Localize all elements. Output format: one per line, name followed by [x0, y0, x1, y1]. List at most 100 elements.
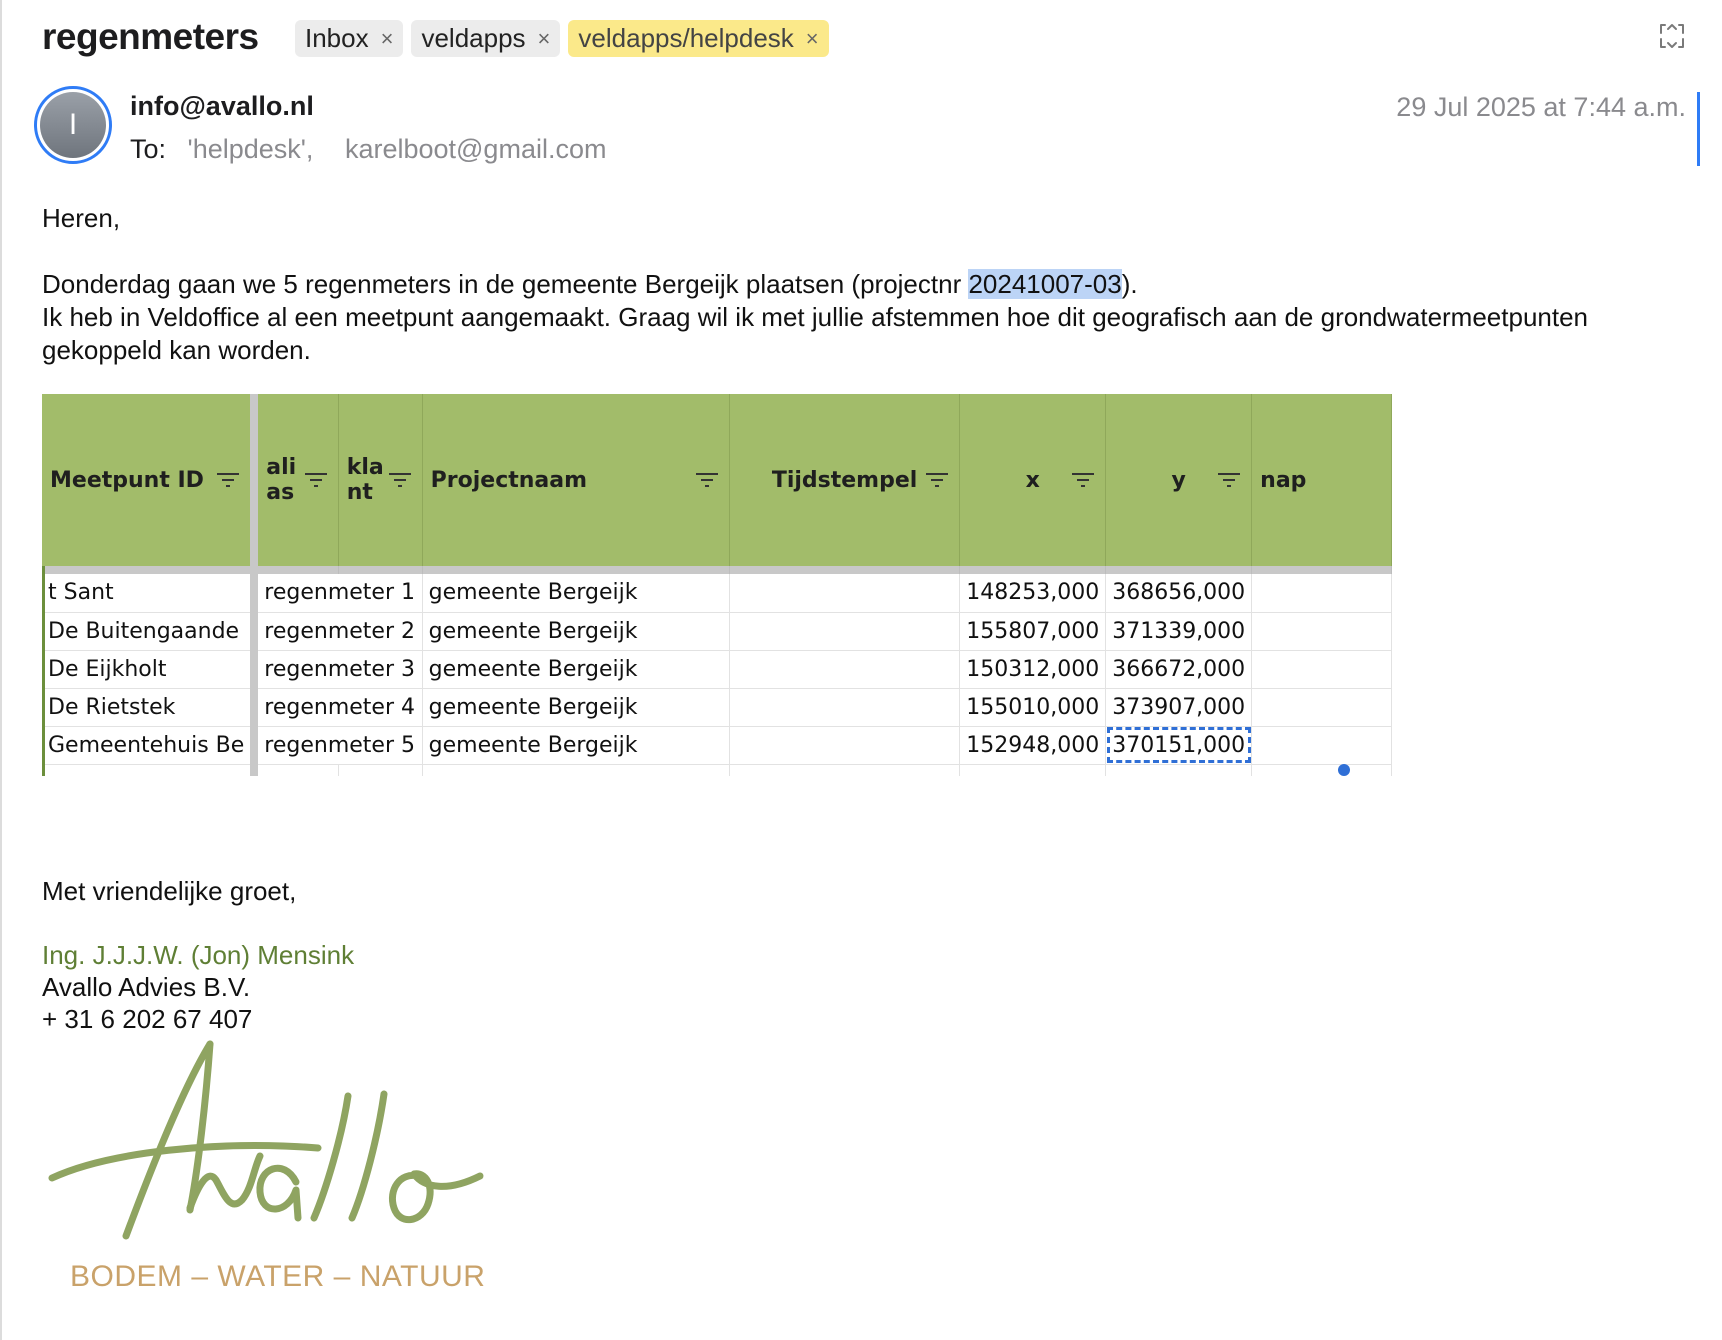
header-label: ali as — [266, 455, 297, 505]
table-cell[interactable]: 366672,000 — [1105, 650, 1253, 689]
avatar-initial: I — [40, 92, 106, 158]
table-cell[interactable]: De Rietstek — [42, 688, 259, 727]
table-cell[interactable]: t Sant — [42, 574, 259, 613]
filter-icon[interactable] — [925, 471, 949, 489]
table-cell[interactable]: 155010,000 — [959, 688, 1107, 727]
recipients-row: To: 'helpdesk', karelboot@gmail.com — [130, 134, 606, 165]
tag-label: veldapps/helpdesk — [578, 23, 794, 53]
filter-icon[interactable] — [1217, 471, 1241, 489]
message-date: 29 Jul 2025 at 7:44 a.m. — [1396, 92, 1686, 122]
table-cell[interactable]: De Buitengaande — [42, 612, 259, 651]
tag-veldapps[interactable]: veldapps × — [411, 20, 561, 57]
header-label: Meetpunt ID — [50, 467, 204, 493]
table-row: De Rietstek regenmeter 4 gemeente Bergeijk… — [42, 688, 1392, 727]
col-header[interactable]: y — [1105, 394, 1253, 566]
tag-label: Inbox — [305, 23, 369, 53]
tag-veldapps-helpdesk[interactable]: veldapps/helpdesk × — [568, 20, 829, 57]
table-cell[interactable] — [1251, 726, 1392, 765]
header-label: kla nt — [346, 455, 384, 505]
filter-icon[interactable] — [1071, 471, 1095, 489]
logo-tagline: BODEM – WATER – NATUUR — [70, 1260, 486, 1293]
table-cell[interactable]: regenmeter 4 — [254, 688, 423, 727]
col-header[interactable]: kla nt — [338, 394, 423, 566]
table-row: t Sant regenmeter 1 gemeente Bergeijk 14825… — [42, 574, 1392, 613]
table-cell[interactable] — [729, 612, 961, 651]
recipient[interactable]: 'helpdesk', — [188, 134, 314, 164]
col-header[interactable]: x — [959, 394, 1107, 566]
table-cell[interactable]: gemeente Bergeijk — [422, 650, 730, 689]
filter-icon[interactable] — [388, 471, 412, 489]
header-label: x — [1025, 467, 1040, 493]
selected-project-number[interactable]: 20241007-03 — [968, 269, 1122, 299]
signature-company: Avallo Advies B.V. — [42, 972, 251, 1002]
expand-icon[interactable] — [1656, 20, 1688, 52]
sender-address[interactable]: info@avallo.nl — [130, 91, 314, 122]
email-body: Heren, Donderdag gaan we 5 regenmeters i… — [42, 202, 1692, 367]
table-cell[interactable]: 371339,000 — [1105, 612, 1253, 651]
table-cell[interactable]: regenmeter 1 — [254, 574, 423, 613]
table-cell[interactable]: 373907,000 — [1105, 688, 1253, 727]
email-subject: regenmeters — [42, 16, 259, 57]
body-line-1: Donderdag gaan we 5 regenmeters in de ge… — [42, 268, 1692, 301]
tag-inbox[interactable]: Inbox × — [295, 20, 404, 57]
table-cell[interactable]: 148253,000 — [959, 574, 1107, 613]
table-cell[interactable] — [729, 688, 961, 727]
table-cell[interactable] — [729, 574, 961, 613]
text: ). — [1121, 269, 1138, 299]
col-header[interactable]: nap — [1251, 394, 1392, 566]
table-cell[interactable] — [1251, 688, 1392, 727]
table-cell[interactable]: gemeente Bergeijk — [422, 688, 730, 727]
table-cell[interactable]: regenmeter 5 — [254, 726, 423, 765]
table-cell[interactable]: 152948,000 — [959, 726, 1107, 765]
table-cell[interactable]: 370151,000 — [1105, 726, 1253, 765]
signature-name: Ing. J.J.J.W. (Jon) Mensink — [42, 940, 355, 970]
closing: Met vriendelijke groet, — [42, 876, 297, 906]
text: Donderdag gaan we 5 regenmeters in de ge… — [42, 269, 969, 299]
header-label: Tijdstempel — [771, 467, 918, 493]
table-cell[interactable]: regenmeter 3 — [254, 650, 423, 689]
scroll-indicator — [1697, 92, 1700, 166]
table-cell[interactable]: 150312,000 — [959, 650, 1107, 689]
col-header[interactable]: Tijdstempel — [729, 394, 961, 566]
close-icon[interactable]: × — [381, 26, 394, 52]
header-label: Projectnaam — [430, 467, 588, 493]
recipient[interactable]: karelboot@gmail.com — [345, 134, 607, 164]
table-cell[interactable]: gemeente Bergeijk — [422, 726, 730, 765]
sheet-header-row: Meetpunt ID ali as kla nt Projectnaam Ti… — [42, 394, 1392, 566]
table-cell[interactable]: gemeente Bergeijk — [422, 574, 730, 613]
header-separator — [42, 566, 1392, 574]
table-row: Gemeentehuis Be regenmeter 5 gemeente Berg… — [42, 726, 1392, 765]
table-cell[interactable] — [1251, 612, 1392, 651]
header-label: y — [1171, 467, 1186, 493]
table-cell[interactable] — [729, 726, 961, 765]
table-cell[interactable]: De Eijkholt — [42, 650, 259, 689]
col-header[interactable]: Projectnaam — [422, 394, 730, 566]
header-label: nap — [1260, 467, 1307, 493]
filter-icon[interactable] — [216, 471, 240, 489]
signature-phone[interactable]: + 31 6 202 67 407 — [42, 1004, 252, 1035]
table-cell[interactable] — [1251, 650, 1392, 689]
table-cell[interactable]: Gemeentehuis Be — [42, 726, 259, 765]
table-cell[interactable] — [1251, 574, 1392, 613]
col-header[interactable]: Meetpunt ID — [42, 394, 259, 566]
table-row: De Eijkholt regenmeter 3 gemeente Bergeijk… — [42, 650, 1392, 689]
filter-icon[interactable] — [695, 471, 719, 489]
table-cell[interactable]: 155807,000 — [959, 612, 1107, 651]
greeting: Heren, — [42, 203, 121, 233]
col-header[interactable]: ali as — [254, 394, 339, 566]
table-cell[interactable]: 368656,000 — [1105, 574, 1253, 613]
table-row: De Buitengaande regenmeter 2 gemeente Berg… — [42, 612, 1392, 651]
fill-handle[interactable] — [1338, 764, 1350, 776]
table-cell[interactable]: regenmeter 2 — [254, 612, 423, 651]
to-label: To: — [130, 134, 167, 164]
filter-icon[interactable] — [304, 471, 328, 489]
table-cell[interactable] — [729, 650, 961, 689]
body-line-2: Ik heb in Veldoffice al een meetpunt aan… — [42, 302, 1589, 365]
tag-label: veldapps — [421, 23, 526, 53]
table-cell[interactable]: gemeente Bergeijk — [422, 612, 730, 651]
close-icon[interactable]: × — [538, 26, 551, 52]
avallo-logo — [48, 1040, 484, 1240]
window-edge — [0, 0, 2, 1340]
close-icon[interactable]: × — [806, 26, 819, 52]
spreadsheet-image: Meetpunt ID ali as kla nt Projectnaam Ti… — [42, 394, 1392, 776]
